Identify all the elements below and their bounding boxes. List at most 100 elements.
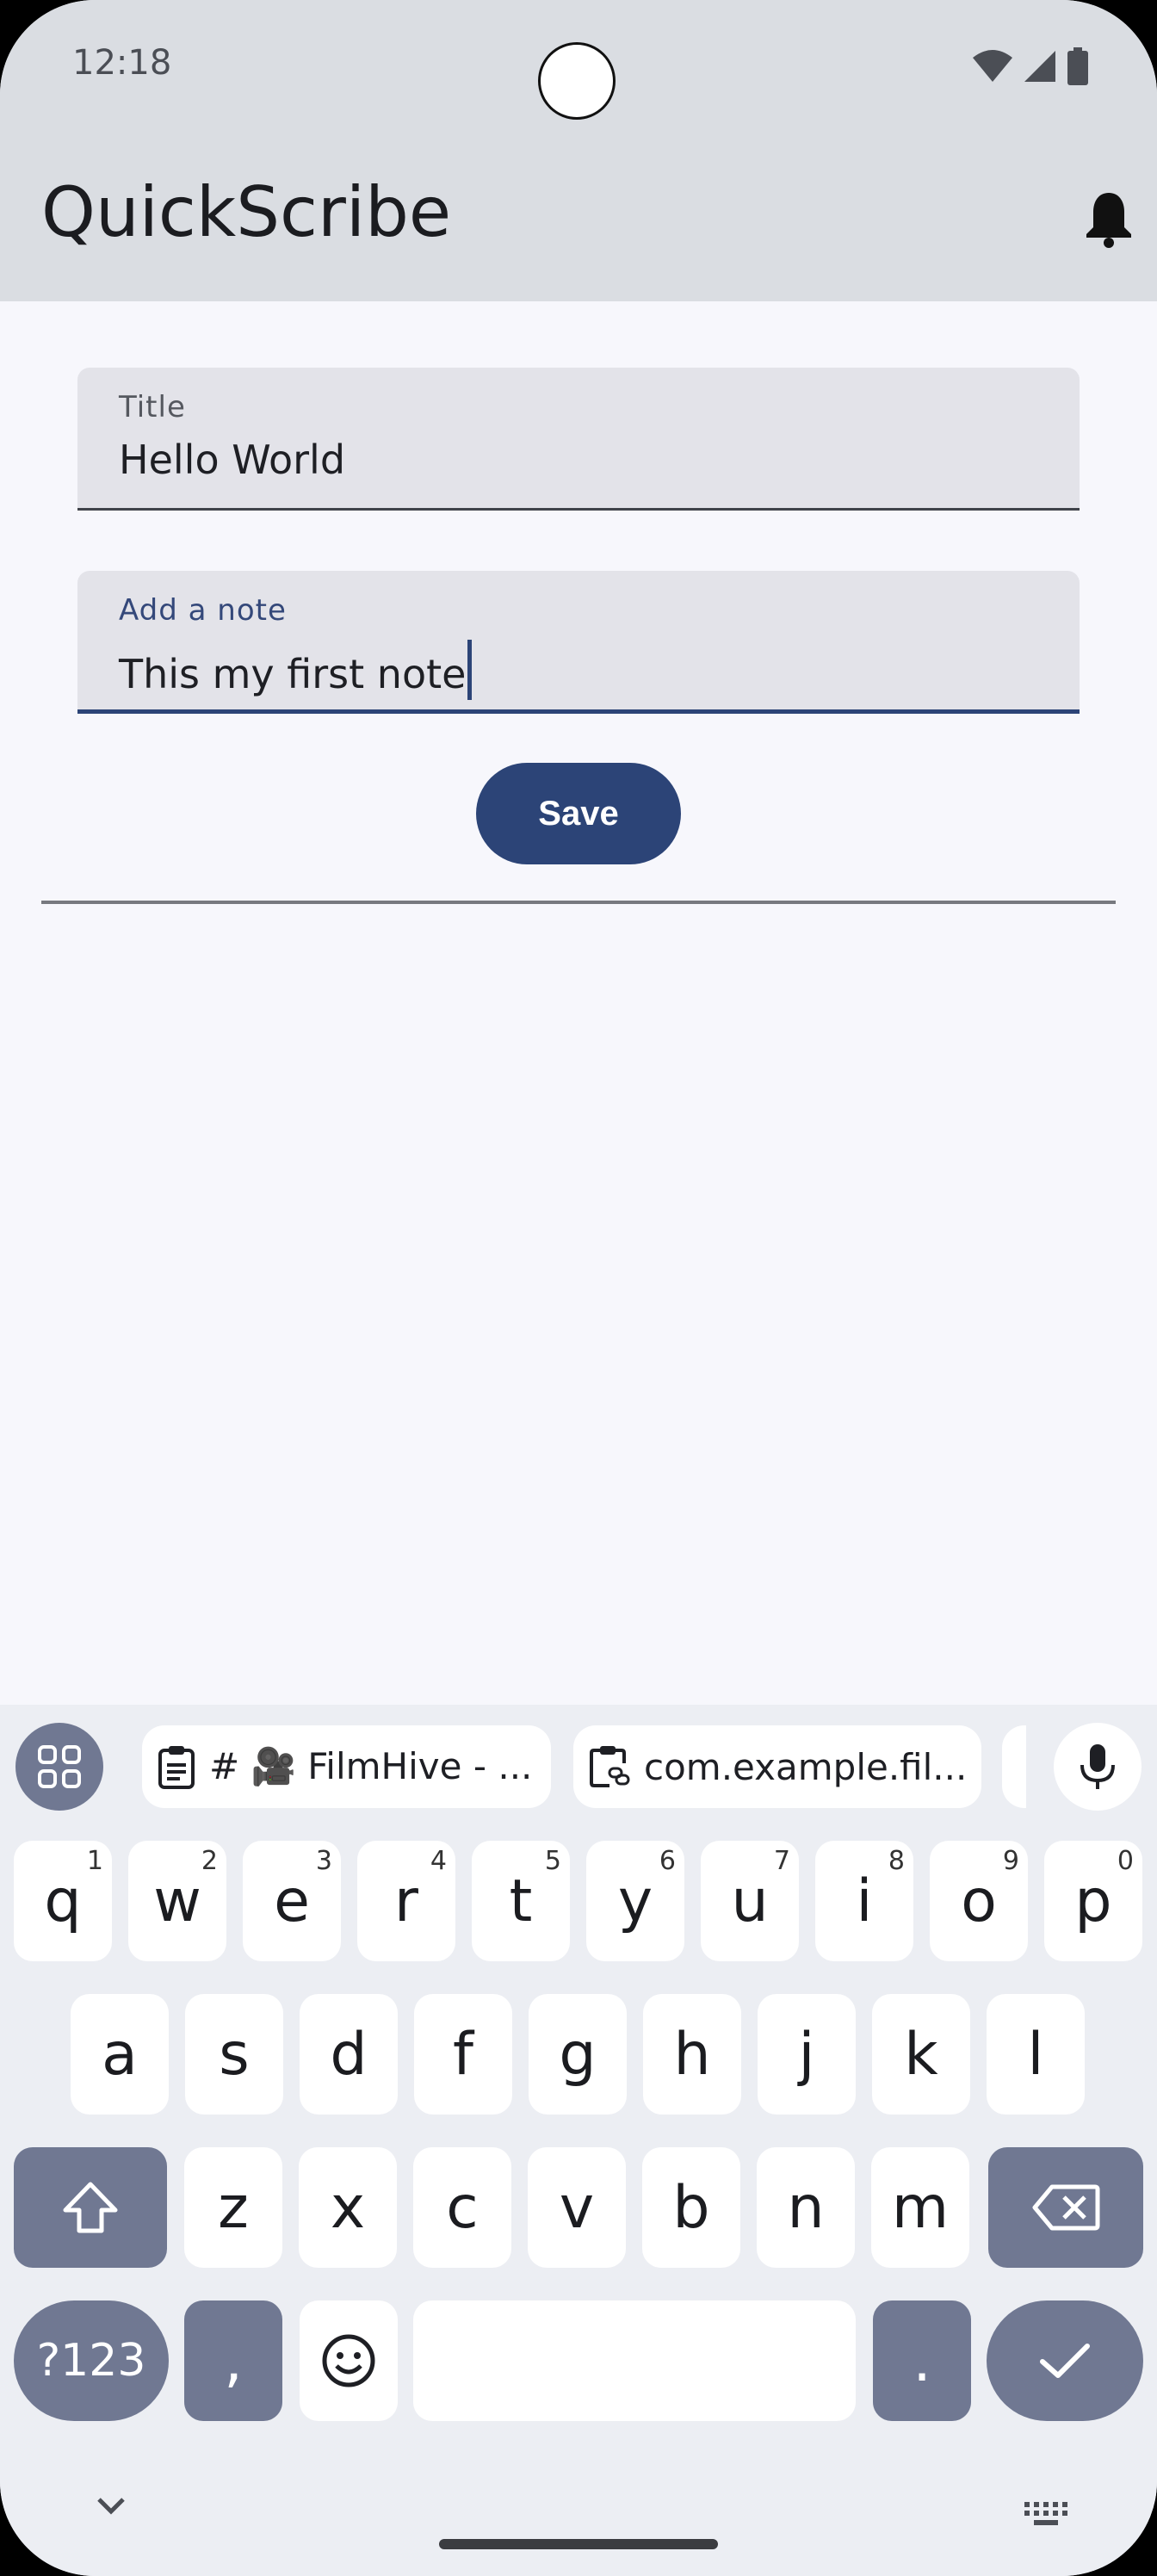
key-d[interactable]: d <box>300 1994 398 2115</box>
key-number-hint: 8 <box>888 1846 905 1876</box>
key-g[interactable]: g <box>529 1994 627 2115</box>
apps-grid-button[interactable] <box>15 1723 103 1811</box>
key-label: c <box>446 2173 479 2242</box>
key-label: b <box>672 2173 710 2242</box>
key-label: j <box>798 2020 815 2089</box>
key-label: t <box>509 1867 533 1935</box>
key-label: f <box>453 2020 473 2089</box>
clipboard-icon <box>158 1746 195 1789</box>
checkmark-icon <box>1040 2344 1090 2378</box>
clipboard-suggestion-1[interactable]: # 🎥 FilmHive - ... <box>142 1725 551 1808</box>
divider <box>41 901 1116 904</box>
key-o[interactable]: o9 <box>930 1841 1028 1961</box>
key-q[interactable]: q1 <box>14 1841 112 1961</box>
key-x[interactable]: x <box>299 2147 397 2268</box>
key-c[interactable]: c <box>413 2147 511 2268</box>
key-v[interactable]: v <box>528 2147 626 2268</box>
note-field-value-wrap: This my first note <box>119 640 473 700</box>
key-label: d <box>330 2020 368 2089</box>
app-title: QuickScribe <box>41 172 452 252</box>
battery-icon <box>1067 47 1088 85</box>
key-label: x <box>330 2173 366 2242</box>
status-time: 12:18 <box>72 43 172 83</box>
key-label: s <box>219 2020 250 2089</box>
key-number-hint: 2 <box>201 1846 218 1876</box>
key-e[interactable]: e3 <box>243 1841 341 1961</box>
emoji-icon <box>322 2334 375 2387</box>
signal-icon <box>1024 51 1055 82</box>
wifi-icon <box>973 50 1012 82</box>
comma-key[interactable]: , <box>184 2300 282 2421</box>
key-h[interactable]: h <box>643 1994 741 2115</box>
backspace-icon <box>1032 2184 1100 2231</box>
clipboard-suggestion-2[interactable]: com.example.fil... <box>573 1725 981 1808</box>
microphone-icon <box>1080 1744 1115 1789</box>
key-k[interactable]: k <box>872 1994 970 2115</box>
note-field[interactable]: Add a note This my first note <box>77 571 1080 714</box>
key-label: o <box>961 1867 997 1935</box>
key-label: i <box>856 1867 873 1935</box>
key-label: e <box>274 1867 310 1935</box>
key-number-hint: 6 <box>659 1846 676 1876</box>
shift-key[interactable] <box>14 2147 167 2268</box>
key-f[interactable]: f <box>414 1994 512 2115</box>
key-number-hint: 0 <box>1117 1846 1134 1876</box>
key-a[interactable]: a <box>71 1994 169 2115</box>
text-caret <box>467 640 473 700</box>
key-z[interactable]: z <box>184 2147 282 2268</box>
key-label: n <box>787 2173 825 2242</box>
key-n[interactable]: n <box>757 2147 855 2268</box>
key-p[interactable]: p0 <box>1044 1841 1142 1961</box>
save-button[interactable]: Save <box>476 763 681 864</box>
status-icons <box>973 47 1088 85</box>
key-label: q <box>44 1867 82 1935</box>
symbols-key[interactable]: ?123 <box>14 2300 169 2421</box>
key-number-hint: 7 <box>773 1846 790 1876</box>
clipboard-suggestion-3[interactable] <box>1002 1725 1026 1808</box>
key-number-hint: 9 <box>1002 1846 1019 1876</box>
key-label: l <box>1027 2020 1044 2089</box>
title-field-value: Hello World <box>119 437 346 483</box>
note-field-label: Add a note <box>119 593 287 628</box>
key-y[interactable]: y6 <box>586 1841 684 1961</box>
key-s[interactable]: s <box>185 1994 283 2115</box>
title-field[interactable]: Title Hello World <box>77 368 1080 511</box>
key-number-hint: 1 <box>86 1846 103 1876</box>
home-indicator[interactable] <box>439 2539 718 2549</box>
key-m[interactable]: m <box>871 2147 969 2268</box>
keyboard <box>0 1705 1157 2576</box>
hide-keyboard-chevron-icon[interactable] <box>96 2497 126 2516</box>
grid-icon <box>38 1745 81 1788</box>
clipboard-link-icon <box>590 1746 630 1787</box>
key-label: k <box>904 2020 938 2089</box>
period-key[interactable]: . <box>873 2300 971 2421</box>
key-j[interactable]: j <box>758 1994 856 2115</box>
notification-bell-icon[interactable] <box>1083 189 1135 248</box>
keyboard-switch-icon[interactable] <box>1024 2502 1067 2526</box>
backspace-key[interactable] <box>988 2147 1143 2268</box>
emoji-key[interactable] <box>300 2300 398 2421</box>
voice-input-button[interactable] <box>1054 1723 1142 1811</box>
key-label: y <box>617 1867 653 1935</box>
key-l[interactable]: l <box>987 1994 1085 2115</box>
key-label: m <box>891 2173 950 2242</box>
key-u[interactable]: u7 <box>701 1841 799 1961</box>
key-label: g <box>559 2020 597 2089</box>
key-label: a <box>102 2020 138 2089</box>
key-label: p <box>1074 1867 1112 1935</box>
key-i[interactable]: i8 <box>815 1841 913 1961</box>
key-w[interactable]: w2 <box>128 1841 226 1961</box>
phone-screen: 12:18 QuickScribe Title Hello World Add … <box>0 0 1157 2576</box>
shift-arrow-icon <box>63 2182 118 2233</box>
space-key[interactable] <box>413 2300 856 2421</box>
key-r[interactable]: r4 <box>357 1841 455 1961</box>
clipboard-suggestion-2-text: com.example.fil... <box>644 1745 968 1788</box>
key-b[interactable]: b <box>642 2147 740 2268</box>
key-label: h <box>673 2020 711 2089</box>
clipboard-suggestion-1-text: # 🎥 FilmHive - ... <box>209 1745 533 1787</box>
key-t[interactable]: t5 <box>472 1841 570 1961</box>
key-label: u <box>731 1867 769 1935</box>
key-number-hint: 4 <box>430 1846 447 1876</box>
key-number-hint: 5 <box>544 1846 561 1876</box>
enter-key[interactable] <box>987 2300 1143 2421</box>
